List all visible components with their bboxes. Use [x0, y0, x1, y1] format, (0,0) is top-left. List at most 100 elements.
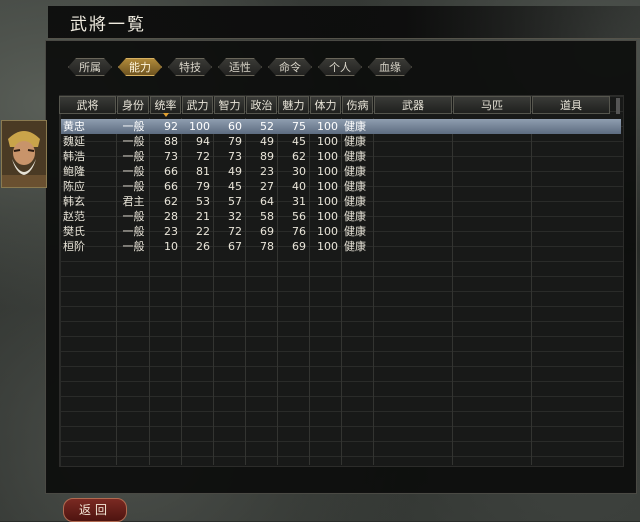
col-header-intelligence[interactable]: 智力	[214, 96, 245, 114]
general-name: 陈应	[63, 180, 85, 193]
table-row[interactable]: 韩玄 君主 62 53 57 64 31 100 健康	[61, 194, 621, 209]
general-name: 韩浩	[63, 150, 85, 163]
stamina: 100	[317, 195, 338, 208]
window-title: 武將一覧	[70, 15, 146, 35]
stamina: 100	[317, 180, 338, 193]
war: 81	[196, 165, 210, 178]
scrollbar[interactable]	[616, 98, 620, 114]
injury: 健康	[344, 225, 366, 238]
stamina: 100	[317, 165, 338, 178]
leadership: 73	[164, 150, 178, 163]
tab-affiliation[interactable]: 所属	[68, 58, 112, 76]
col-header-injury[interactable]: 伤病	[342, 96, 373, 114]
politics: 64	[260, 195, 274, 208]
politics: 23	[260, 165, 274, 178]
injury: 健康	[344, 195, 366, 208]
stamina: 100	[317, 135, 338, 148]
rank: 一般	[122, 240, 145, 253]
politics: 49	[260, 135, 274, 148]
intelligence: 45	[228, 180, 242, 193]
injury: 健康	[344, 150, 366, 163]
col-header-leadership-label: 统率	[154, 99, 177, 112]
stamina: 100	[317, 240, 338, 253]
col-header-leadership[interactable]: 统率	[150, 96, 181, 117]
general-name: 赵范	[63, 210, 85, 223]
intelligence: 57	[228, 195, 242, 208]
injury: 健康	[344, 135, 366, 148]
intelligence: 60	[228, 120, 242, 133]
tab-personal[interactable]: 个人	[318, 58, 362, 76]
general-list: 黄忠 一般 92 100 60 52 75 100 健康 魏延 一般 88 94…	[61, 119, 621, 254]
leadership: 88	[164, 135, 178, 148]
col-header-name[interactable]: 武将	[59, 96, 116, 114]
politics: 69	[260, 225, 274, 238]
col-header-charm[interactable]: 魅力	[278, 96, 309, 114]
table-row[interactable]: 桓阶 一般 10 26 67 78 69 100 健康	[61, 239, 621, 254]
charm: 45	[292, 135, 306, 148]
leadership: 92	[164, 120, 178, 133]
charm: 56	[292, 210, 306, 223]
charm: 69	[292, 240, 306, 253]
col-header-weapon[interactable]: 武器	[374, 96, 452, 114]
table-row[interactable]: 赵范 一般 28 21 32 58 56 100 健康	[61, 209, 621, 224]
intelligence: 79	[228, 135, 242, 148]
war: 72	[196, 150, 210, 163]
col-header-rank[interactable]: 身份	[117, 96, 149, 114]
charm: 31	[292, 195, 306, 208]
charm: 62	[292, 150, 306, 163]
stamina: 100	[317, 225, 338, 238]
table-row[interactable]: 韩浩 一般 73 72 73 89 62 100 健康	[61, 149, 621, 164]
politics: 27	[260, 180, 274, 193]
injury: 健康	[344, 165, 366, 178]
sort-indicator-icon	[162, 113, 169, 117]
tab-skills[interactable]: 特技	[168, 58, 212, 76]
col-header-war[interactable]: 武力	[182, 96, 213, 114]
table-row[interactable]: 鲍隆 一般 66 81 49 23 30 100 健康	[61, 164, 621, 179]
politics: 89	[260, 150, 274, 163]
charm: 76	[292, 225, 306, 238]
general-name: 桓阶	[63, 240, 85, 253]
intelligence: 67	[228, 240, 242, 253]
war: 53	[196, 195, 210, 208]
war: 100	[189, 120, 210, 133]
leadership: 28	[164, 210, 178, 223]
rank: 一般	[122, 165, 145, 178]
table-row[interactable]: 魏延 一般 88 94 79 49 45 100 健康	[61, 134, 621, 149]
politics: 58	[260, 210, 274, 223]
col-header-politics[interactable]: 政治	[246, 96, 277, 114]
intelligence: 49	[228, 165, 242, 178]
rank: 君主	[122, 195, 145, 208]
intelligence: 32	[228, 210, 242, 223]
general-portrait-icon	[1, 120, 47, 188]
col-header-stamina[interactable]: 体力	[310, 96, 341, 114]
col-header-horse[interactable]: 马匹	[453, 96, 531, 114]
rank: 一般	[122, 180, 145, 193]
table-row[interactable]: 樊氏 一般 23 22 72 69 76 100 健康	[61, 224, 621, 239]
tab-ability[interactable]: 能力	[118, 58, 162, 76]
politics: 78	[260, 240, 274, 253]
war: 94	[196, 135, 210, 148]
intelligence: 72	[228, 225, 242, 238]
charm: 30	[292, 165, 306, 178]
stamina: 100	[317, 210, 338, 223]
tab-bloodline[interactable]: 血缘	[368, 58, 412, 76]
table-row[interactable]: 陈应 一般 66 79 45 27 40 100 健康	[61, 179, 621, 194]
leadership: 62	[164, 195, 178, 208]
rank: 一般	[122, 150, 145, 163]
rank: 一般	[122, 120, 145, 133]
leadership: 10	[164, 240, 178, 253]
injury: 健康	[344, 210, 366, 223]
stamina: 100	[317, 150, 338, 163]
tab-aptitude[interactable]: 适性	[218, 58, 262, 76]
general-name: 魏延	[63, 135, 85, 148]
table-row[interactable]: 黄忠 一般 92 100 60 52 75 100 健康	[61, 119, 621, 134]
war: 79	[196, 180, 210, 193]
leadership: 66	[164, 180, 178, 193]
col-header-item[interactable]: 道具	[532, 96, 610, 114]
back-button[interactable]: 返回	[63, 498, 127, 522]
war: 26	[196, 240, 210, 253]
charm: 40	[292, 180, 306, 193]
rank: 一般	[122, 225, 145, 238]
general-name: 樊氏	[63, 225, 85, 238]
tab-command[interactable]: 命令	[268, 58, 312, 76]
